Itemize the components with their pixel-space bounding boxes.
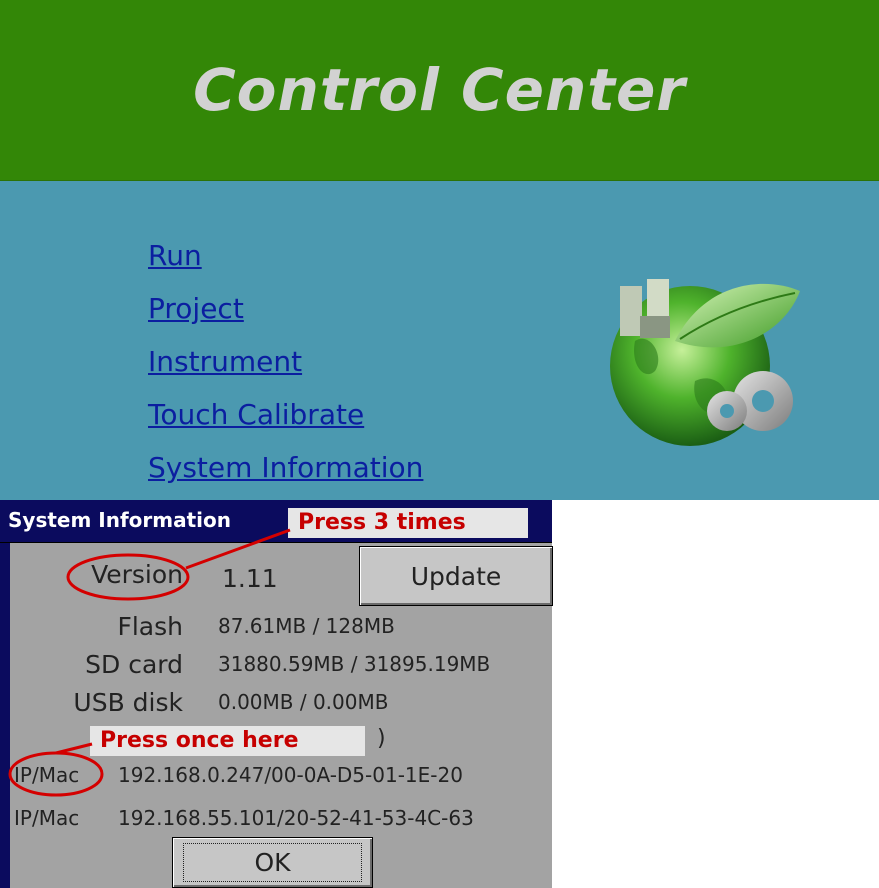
ip-mac-value-1: 192.168.0.247/00-0A-D5-01-1E-20	[118, 763, 463, 787]
menu-item-system-information[interactable]: System Information	[148, 448, 423, 501]
version-label[interactable]: Version	[0, 560, 183, 589]
annotation-press-once-here: Press once here	[90, 726, 365, 756]
flash-value: 87.61MB / 128MB	[218, 614, 395, 638]
earth-leaf-gears-icon	[595, 261, 815, 451]
usb-disk-value: 0.00MB / 0.00MB	[218, 690, 389, 714]
closing-paren: )	[377, 726, 386, 751]
dialog-title: System Information	[8, 508, 231, 532]
menu-item-instrument[interactable]: Instrument	[148, 342, 423, 395]
control-center-body: Run Project Instrument Touch Calibrate S…	[0, 181, 879, 500]
menu-item-touch-calibrate[interactable]: Touch Calibrate	[148, 395, 423, 448]
flash-label: Flash	[117, 612, 183, 641]
menu-item-project[interactable]: Project	[148, 289, 423, 342]
control-center-header: Control Center	[0, 0, 879, 181]
version-value: 1.11	[222, 564, 278, 593]
update-button[interactable]: Update	[359, 546, 553, 606]
main-menu: Run Project Instrument Touch Calibrate S…	[148, 236, 423, 501]
ok-button[interactable]: OK	[172, 837, 373, 888]
ip-mac-value-2: 192.168.55.101/20-52-41-53-4C-63	[118, 806, 474, 830]
ok-button-label: OK	[183, 843, 362, 882]
menu-item-run[interactable]: Run	[148, 236, 423, 289]
usb-disk-label: USB disk	[73, 688, 183, 717]
sd-card-label: SD card	[85, 650, 183, 679]
control-center-window: Control Center Run Project Instrument To…	[0, 0, 879, 500]
ip-mac-label-1[interactable]: IP/Mac	[14, 763, 79, 787]
ip-mac-label-2: IP/Mac	[14, 806, 80, 830]
annotation-press-three-times: Press 3 times	[288, 508, 528, 538]
page-title: Control Center	[193, 56, 686, 124]
sd-card-value: 31880.59MB / 31895.19MB	[218, 652, 491, 676]
